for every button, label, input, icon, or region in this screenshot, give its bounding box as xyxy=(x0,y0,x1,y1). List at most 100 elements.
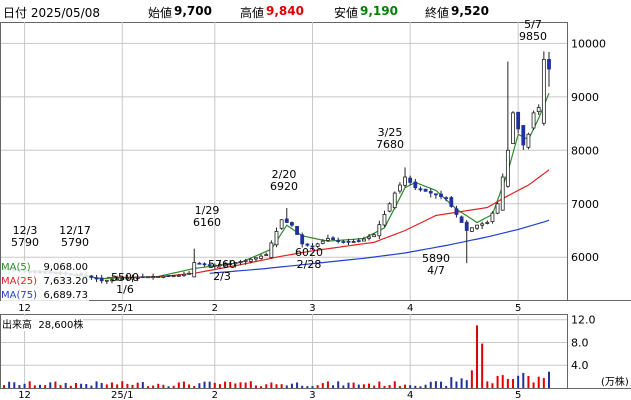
candle-body xyxy=(547,59,551,70)
volume-tick-label: 12.0 xyxy=(571,314,596,327)
volume-bar xyxy=(146,386,149,388)
volume-bar xyxy=(373,385,376,388)
volume-bar xyxy=(136,382,139,388)
candle-body xyxy=(521,125,526,146)
candle-body xyxy=(295,226,299,235)
annotation-label: 2/3 xyxy=(213,270,231,283)
price-panel-frame xyxy=(0,22,568,301)
candle-body xyxy=(444,197,449,200)
candle-body xyxy=(387,203,392,212)
candle-body xyxy=(99,277,104,282)
candle-body xyxy=(413,181,418,189)
candle-body xyxy=(356,240,361,242)
volume-bar xyxy=(64,382,67,388)
candle-body xyxy=(259,255,263,259)
volume-bar xyxy=(316,385,319,388)
volume-bar xyxy=(409,385,412,388)
volume-bar xyxy=(337,381,340,388)
volume-bar xyxy=(512,379,515,388)
volume-bar xyxy=(90,385,93,388)
volume-bar xyxy=(121,381,124,388)
candle-body xyxy=(290,222,294,226)
volume-bar xyxy=(208,381,211,388)
volume-bar xyxy=(33,385,36,388)
volume-bar xyxy=(357,384,360,388)
volume-bar xyxy=(141,382,144,388)
candle-body xyxy=(264,254,269,256)
candle-body xyxy=(464,221,469,231)
candle-body xyxy=(146,276,150,279)
volume-bar xyxy=(527,375,530,388)
candle-body xyxy=(156,276,161,278)
volume-bar xyxy=(182,381,185,388)
candle-body xyxy=(403,176,407,186)
volume-bar xyxy=(445,385,448,388)
volume-bar xyxy=(244,382,247,388)
volume-bar xyxy=(218,384,221,388)
volume-bar xyxy=(496,375,499,388)
candle-body xyxy=(187,272,191,275)
volume-bar xyxy=(3,385,5,388)
candle-body xyxy=(485,222,490,224)
candle-body xyxy=(248,258,253,262)
volume-bar xyxy=(265,384,268,388)
candle-body xyxy=(475,224,479,229)
volume-bar xyxy=(249,381,252,388)
candle-body xyxy=(140,276,145,279)
volume-bar xyxy=(296,382,299,388)
candle-body xyxy=(151,276,156,279)
volume-bar xyxy=(44,385,47,388)
volume-bar xyxy=(491,383,494,388)
volume-bar xyxy=(100,383,103,388)
volume-bar xyxy=(152,385,155,388)
volume-bar xyxy=(450,377,453,388)
volume-bar xyxy=(455,381,458,388)
annotation-label: 4/7 xyxy=(427,264,445,277)
volume-bar xyxy=(352,382,355,388)
volume-bar xyxy=(506,378,509,388)
candle-body xyxy=(500,176,505,211)
candle-body xyxy=(433,193,438,196)
annotation-label: 6920 xyxy=(270,180,298,193)
annotation-label: 1/6 xyxy=(116,283,134,296)
x-tick-label: 3 xyxy=(309,303,315,314)
volume-bar xyxy=(193,385,196,388)
volume-bar xyxy=(188,384,191,388)
candle-body xyxy=(284,218,289,223)
volume-x-tick-label: 5 xyxy=(515,390,521,400)
volume-x-tick-label: 3 xyxy=(309,390,315,400)
volume-bar xyxy=(234,383,237,388)
volume-bar xyxy=(326,381,329,388)
candle-body xyxy=(202,263,207,266)
candle-body xyxy=(176,275,181,277)
volume-bar xyxy=(301,385,304,388)
volume-bar xyxy=(476,325,479,388)
candle-body xyxy=(279,219,284,229)
volume-bar xyxy=(59,385,62,388)
volume-bar xyxy=(198,383,201,388)
candle-body xyxy=(526,133,531,148)
candle-body xyxy=(300,234,305,245)
volume-bar xyxy=(23,383,26,388)
candle-body xyxy=(495,203,500,214)
candle-body xyxy=(346,240,351,243)
volume-bar xyxy=(239,382,242,388)
candle-body xyxy=(418,188,423,191)
candle-body xyxy=(254,257,258,260)
volume-bar xyxy=(8,381,11,388)
annotation-label: 5790 xyxy=(11,236,39,249)
volume-bar xyxy=(404,384,407,388)
volume-bar xyxy=(537,376,540,388)
volume-bar xyxy=(481,343,484,388)
ma-legend: MA(5) 9,068.00 MA(25) 7,633.20 MA(75) 6,… xyxy=(1,261,89,303)
x-tick-label: 25/1 xyxy=(111,303,133,314)
volume-label: 出来高 28,600株 xyxy=(2,316,84,331)
price-tick-label: 10000 xyxy=(571,37,606,50)
volume-bar xyxy=(105,384,108,388)
volume-bar xyxy=(116,384,119,388)
legend-ma25: MA(25) 7,633.20 xyxy=(1,275,89,289)
volume-bar xyxy=(49,382,52,388)
candle-body xyxy=(459,216,464,223)
volume-bar xyxy=(368,383,371,388)
volume-bar xyxy=(362,384,365,388)
